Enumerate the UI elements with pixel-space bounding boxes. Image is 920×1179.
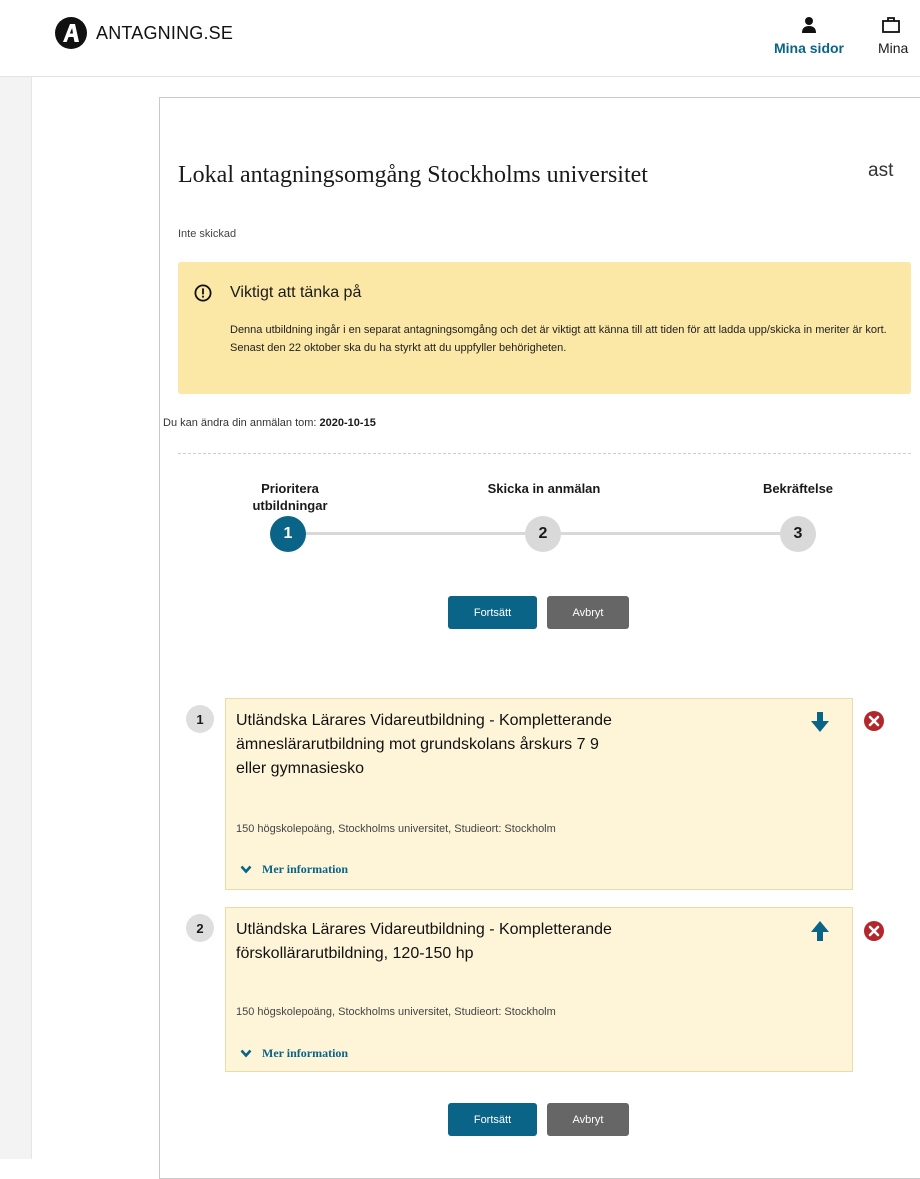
priority-number-2: 2	[186, 914, 214, 942]
status-text: Inte skickad	[178, 228, 237, 240]
arrow-up-icon[interactable]	[810, 920, 830, 942]
step-label-1: Prioritera utbildningar	[252, 481, 328, 513]
course-meta-2: 150 högskolepoäng, Stockholms universite…	[236, 1006, 556, 1018]
continue-button-top[interactable]: Fortsätt	[448, 596, 537, 629]
user-icon	[802, 17, 816, 33]
continue-button-bottom[interactable]: Fortsätt	[448, 1103, 537, 1136]
nav-mina-other[interactable]: Mina	[878, 16, 920, 56]
more-info-link-1[interactable]: Mer information	[240, 862, 348, 877]
site-header: ANTAGNING.SE Mina sidor Mina	[0, 0, 920, 77]
deadline-date: 2020-10-15	[319, 417, 376, 429]
warning-title: Viktigt att tänka på	[230, 284, 362, 301]
chevron-down-icon	[240, 1049, 252, 1058]
site-logo[interactable]: ANTAGNING.SE	[55, 17, 233, 49]
antagning-logo-icon	[55, 17, 87, 49]
more-info-label-2: Mer information	[262, 1046, 349, 1060]
briefcase-icon	[882, 17, 900, 33]
step-label-2: Skicka in anmälan	[487, 481, 601, 496]
step-label-3: Bekräftelse	[762, 481, 834, 496]
course-title-1: Utländska Lärares Vidareutbildning - Kom…	[236, 712, 612, 777]
course-meta-1: 150 högskolepoäng, Stockholms universite…	[236, 823, 556, 835]
dashed-divider	[178, 453, 911, 454]
warning-text: Denna utbildning ingår i en separat anta…	[230, 324, 887, 354]
priority-number-1: 1	[186, 705, 214, 733]
remove-course-2-icon[interactable]	[863, 920, 885, 942]
side-strip	[0, 77, 32, 1159]
nav-mina-other-label: Mina	[878, 40, 909, 56]
remove-course-1-icon[interactable]	[863, 710, 885, 732]
nav-mina-sidor[interactable]: Mina sidor	[764, 16, 854, 56]
deadline-label: Du kan ändra din anmälan tom:	[163, 417, 317, 429]
logo-text: ANTAGNING.SE	[96, 22, 234, 43]
course-item-2: Utländska Lärares Vidareutbildning - Kom…	[225, 907, 853, 1072]
course-item-1: Utländska Lärares Vidareutbildning - Kom…	[225, 698, 853, 890]
more-info-link-2[interactable]: Mer information	[240, 1046, 348, 1061]
course-title-2: Utländska Lärares Vidareutbildning - Kom…	[236, 921, 612, 962]
chevron-down-icon	[240, 865, 252, 874]
exclamation-circle-icon	[194, 284, 212, 302]
nav-mina-sidor-label: Mina sidor	[773, 40, 844, 56]
cancel-button-top[interactable]: Avbryt	[547, 596, 629, 629]
more-info-label-1: Mer information	[262, 862, 349, 876]
warning-box: Viktigt att tänka på Denna utbildning in…	[178, 262, 911, 394]
step-circle-3: 3	[780, 516, 816, 552]
step-circle-1: 1	[270, 516, 306, 552]
edit-deadline: Du kan ändra din anmälan tom: 2020-10-15	[163, 417, 376, 429]
cancel-button-bottom[interactable]: Avbryt	[547, 1103, 629, 1136]
truncated-text: ast	[868, 160, 894, 181]
arrow-down-icon[interactable]	[810, 711, 830, 733]
page-title: Lokal antagningsomgång Stockholms univer…	[178, 162, 648, 188]
step-circle-2: 2	[525, 516, 561, 552]
